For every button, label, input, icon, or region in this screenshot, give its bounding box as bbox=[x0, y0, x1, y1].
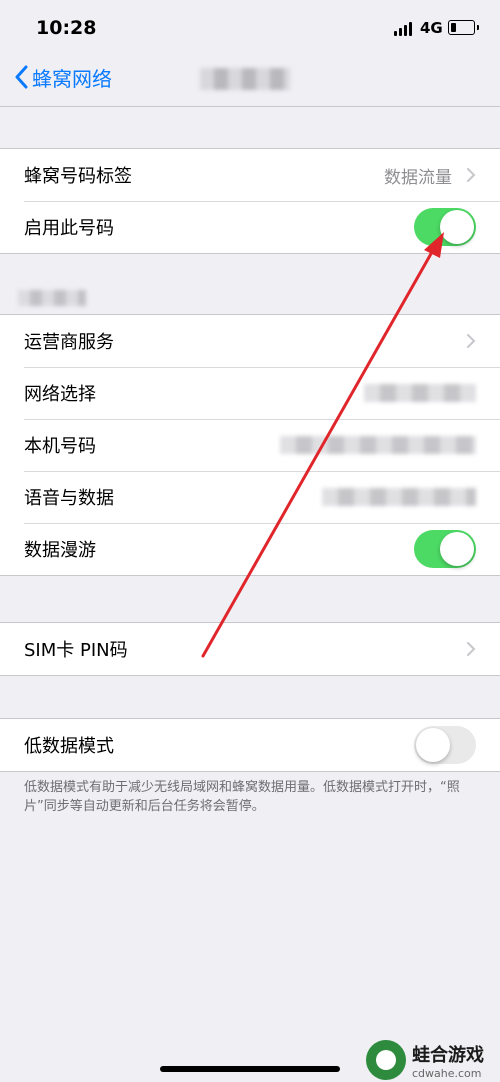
battery-icon bbox=[448, 20, 479, 35]
enable-number-toggle[interactable] bbox=[414, 208, 476, 246]
row-sim-pin[interactable]: SIM卡 PIN码 bbox=[0, 623, 500, 675]
frog-logo-icon bbox=[366, 1040, 406, 1080]
row-label: 网络选择 bbox=[24, 384, 96, 405]
row-low-data-mode: 低数据模式 bbox=[0, 719, 500, 771]
row-label: 低数据模式 bbox=[24, 736, 114, 757]
nav-bar: 蜂窝网络 bbox=[0, 50, 500, 106]
home-indicator bbox=[160, 1066, 340, 1072]
group-carrier: 运营商服务 网络选择 本机号码 语音与数据 数据漫游 bbox=[0, 314, 500, 576]
row-carrier-services[interactable]: 运营商服务 bbox=[0, 315, 500, 367]
watermark: 蛙合游戏 cdwahe.com bbox=[366, 1040, 484, 1080]
row-voice-data[interactable]: 语音与数据 bbox=[0, 471, 500, 523]
status-time: 10:28 bbox=[36, 17, 97, 39]
chevron-left-icon bbox=[15, 65, 28, 89]
row-label: 语音与数据 bbox=[24, 488, 114, 509]
value-redacted bbox=[364, 384, 476, 402]
row-data-roaming: 数据漫游 bbox=[0, 523, 500, 575]
data-roaming-toggle[interactable] bbox=[414, 530, 476, 568]
row-network-selection[interactable]: 网络选择 bbox=[0, 367, 500, 419]
chevron-right-icon bbox=[467, 642, 476, 656]
group-number-settings: 蜂窝号码标签 数据流量 启用此号码 bbox=[0, 148, 500, 254]
row-my-number[interactable]: 本机号码 bbox=[0, 419, 500, 471]
nav-divider bbox=[0, 106, 500, 107]
value-redacted bbox=[280, 436, 476, 454]
group-sim: SIM卡 PIN码 bbox=[0, 622, 500, 676]
row-value: 数据流量 bbox=[384, 167, 452, 188]
back-button[interactable]: 蜂窝网络 bbox=[14, 62, 112, 92]
low-data-mode-toggle[interactable] bbox=[414, 726, 476, 764]
watermark-subtitle: cdwahe.com bbox=[412, 1066, 482, 1080]
row-label: 数据漫游 bbox=[24, 540, 96, 561]
row-label: 蜂窝号码标签 bbox=[24, 166, 132, 187]
chevron-right-icon bbox=[467, 334, 476, 348]
row-label: 运营商服务 bbox=[24, 332, 114, 353]
signal-icon bbox=[394, 22, 414, 36]
value-redacted bbox=[322, 488, 476, 506]
row-label: SIM卡 PIN码 bbox=[24, 640, 128, 661]
low-data-footer: 低数据模式有助于减少无线局域网和蜂窝数据用量。低数据模式打开时，“照片”同步等自… bbox=[24, 780, 460, 814]
row-label: 启用此号码 bbox=[24, 218, 114, 239]
watermark-title: 蛙合游戏 bbox=[412, 1044, 484, 1066]
back-label: 蜂窝网络 bbox=[32, 66, 112, 91]
chevron-right-icon bbox=[467, 168, 476, 182]
nav-title-redacted bbox=[200, 68, 290, 90]
row-enable-number: 启用此号码 bbox=[0, 201, 500, 253]
network-type: 4G bbox=[420, 19, 443, 37]
group-low-data: 低数据模式 bbox=[0, 718, 500, 772]
row-label: 本机号码 bbox=[24, 436, 96, 457]
row-number-label[interactable]: 蜂窝号码标签 数据流量 bbox=[0, 149, 500, 201]
section-header-redacted bbox=[18, 290, 86, 306]
